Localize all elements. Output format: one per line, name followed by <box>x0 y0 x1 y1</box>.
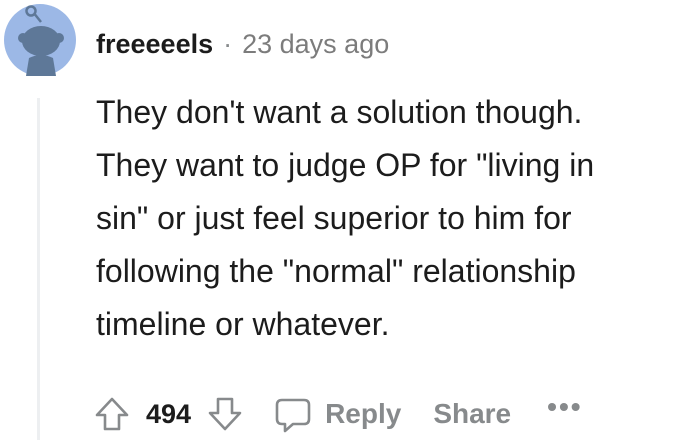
username[interactable]: freeeeels <box>96 29 213 60</box>
comment-body-line: following the "normal" relationship <box>96 253 576 289</box>
comment-body-line: timeline or whatever. <box>96 306 390 342</box>
reply-button[interactable]: Reply <box>273 394 401 434</box>
meta-separator: · <box>223 28 233 59</box>
comment-body-line: They want to judge OP for "living in <box>96 147 595 183</box>
comment-meta: freeeeels · 23 days ago <box>96 26 389 62</box>
comment-body-line: sin" or just feel superior to him for <box>96 200 572 236</box>
reddit-snoo-avatar-icon <box>4 4 76 76</box>
downvote-button[interactable] <box>205 394 245 434</box>
downvote-arrow-icon <box>208 397 242 431</box>
share-label: Share <box>433 398 512 429</box>
comment-body: They don't want a solution though. They … <box>96 86 696 351</box>
vote-count: 494 <box>146 398 192 429</box>
timestamp[interactable]: 23 days ago <box>242 29 389 60</box>
thread-line[interactable] <box>37 98 40 440</box>
upvote-button[interactable] <box>92 394 132 434</box>
upvote-arrow-icon <box>95 397 129 431</box>
share-button[interactable]: Share <box>433 398 511 430</box>
comment-bubble-icon <box>275 398 311 433</box>
comment-actions: 494 Reply Share ••• <box>92 386 583 440</box>
more-options-icon: ••• <box>547 391 583 422</box>
avatar[interactable] <box>4 4 76 76</box>
comment-container: freeeeels · 23 days ago They don't want … <box>0 0 700 440</box>
more-options-button[interactable]: ••• <box>547 391 582 423</box>
comment-body-line: They don't want a solution though. <box>96 94 583 130</box>
reply-label: Reply <box>325 398 402 429</box>
